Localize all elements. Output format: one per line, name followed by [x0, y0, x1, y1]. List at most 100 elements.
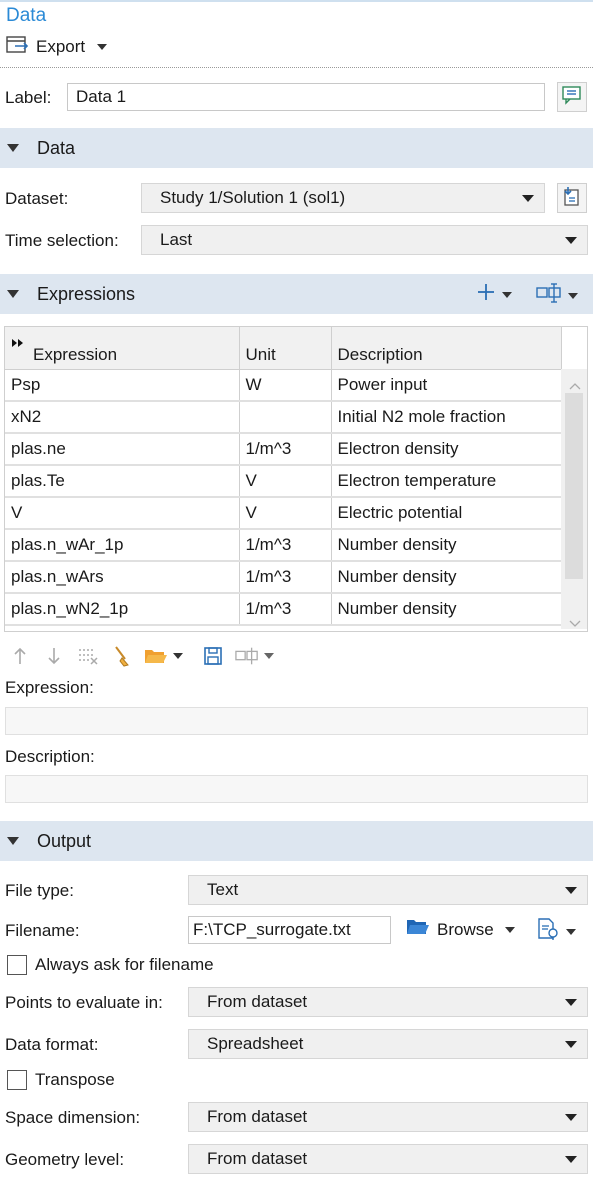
cell-expression[interactable]: xN2 — [5, 401, 240, 434]
go-to-source-button[interactable] — [557, 183, 587, 213]
save-icon[interactable] — [201, 644, 225, 668]
geometry-level-select[interactable]: From dataset — [188, 1144, 588, 1174]
cell-description[interactable]: Electron temperature — [331, 465, 562, 498]
scroll-up-icon[interactable] — [569, 375, 581, 395]
points-select[interactable]: From dataset — [188, 987, 588, 1017]
cell-description[interactable]: Number density — [331, 561, 562, 594]
cell-expression[interactable]: V — [5, 497, 240, 530]
clear-brush-icon[interactable] — [110, 644, 134, 668]
table-row[interactable]: plas.n_wN2_1p 1/m^3 Number density — [5, 593, 562, 626]
cell-unit[interactable]: 1/m^3 — [239, 561, 332, 594]
expression-input[interactable] — [5, 707, 588, 735]
table-toolbar — [8, 644, 274, 668]
top-border — [0, 0, 593, 2]
column-header-description[interactable]: Description — [331, 327, 562, 370]
divider — [0, 67, 593, 68]
chevron-down-icon — [568, 292, 578, 299]
time-selection-select[interactable]: Last — [141, 225, 588, 255]
label-input[interactable]: Data 1 — [67, 83, 545, 111]
table-row[interactable]: plas.ne 1/m^3 Electron density — [5, 433, 562, 466]
file-type-select[interactable]: Text — [188, 875, 588, 905]
add-expression-button[interactable] — [476, 282, 512, 307]
cell-description[interactable]: Number density — [331, 593, 562, 626]
chevron-down-icon — [173, 653, 183, 659]
cell-expression[interactable]: plas.n_wArs — [5, 561, 240, 594]
column-header-expression[interactable]: Expression — [5, 327, 240, 370]
cell-expression[interactable]: plas.ne — [5, 433, 240, 466]
chevron-down-icon — [565, 1156, 577, 1163]
chevron-down-icon — [565, 1114, 577, 1121]
load-from-file-button[interactable] — [144, 644, 183, 668]
description-input[interactable] — [5, 775, 588, 803]
cell-unit[interactable]: 1/m^3 — [239, 433, 332, 466]
transpose-checkbox[interactable] — [7, 1070, 27, 1090]
dataset-label: Dataset: — [5, 189, 69, 208]
cell-expression[interactable]: Psp — [5, 369, 240, 402]
output-section-title: Output — [37, 830, 92, 851]
expand-columns-icon[interactable] — [11, 333, 25, 353]
cell-description[interactable]: Initial N2 mole fraction — [331, 401, 562, 434]
cell-expression[interactable]: plas.n_wN2_1p — [5, 593, 240, 626]
export-label: Export — [36, 37, 86, 56]
replace-expression-icon — [536, 282, 562, 309]
chevron-down-icon — [522, 195, 534, 202]
description-label: Description: — [5, 747, 95, 766]
filename-input[interactable]: F:\TCP_surrogate.txt — [188, 916, 391, 944]
table-row[interactable]: plas.n_wAr_1p 1/m^3 Number density — [5, 529, 562, 562]
data-section-header[interactable]: Data — [0, 128, 593, 168]
export-icon — [6, 35, 30, 59]
table-scrollbar[interactable] — [561, 369, 587, 629]
show-info-button[interactable] — [557, 82, 587, 112]
chevron-down-icon — [565, 237, 577, 244]
data-section-title: Data — [37, 137, 76, 158]
filename-label: Filename: — [5, 921, 80, 940]
table-row[interactable]: xN2 Initial N2 mole fraction — [5, 401, 562, 434]
table-row[interactable]: V V Electric potential — [5, 497, 562, 530]
chevron-down-icon — [565, 887, 577, 894]
cell-unit[interactable]: V — [239, 465, 332, 498]
chevron-down-icon — [97, 44, 108, 50]
dataset-value: Study 1/Solution 1 (sol1) — [160, 188, 346, 207]
replace-expression-icon — [235, 644, 259, 668]
table-row[interactable]: plas.Te V Electron temperature — [5, 465, 562, 498]
cell-unit[interactable]: 1/m^3 — [239, 529, 332, 562]
always-ask-checkbox[interactable] — [7, 955, 27, 975]
replace-expression-disabled-button[interactable] — [235, 644, 274, 668]
table-row[interactable]: plas.n_wArs 1/m^3 Number density — [5, 561, 562, 594]
replace-expression-button[interactable] — [536, 282, 578, 309]
cell-description[interactable]: Number density — [331, 529, 562, 562]
space-dimension-select[interactable]: From dataset — [188, 1102, 588, 1132]
browse-button[interactable]: Browse — [406, 917, 515, 942]
geometry-level-label: Geometry level: — [5, 1150, 125, 1169]
cell-expression[interactable]: plas.Te — [5, 465, 240, 498]
file-location-button[interactable] — [536, 917, 576, 946]
data-format-select[interactable]: Spreadsheet — [188, 1029, 588, 1059]
cell-description[interactable]: Electric potential — [331, 497, 562, 530]
delete-list-icon[interactable] — [76, 644, 100, 668]
transpose-checkbox-row[interactable]: Transpose — [7, 1070, 115, 1090]
scroll-thumb[interactable] — [565, 393, 583, 579]
cell-description[interactable]: Electron density — [331, 433, 562, 466]
output-section-header[interactable]: Output — [0, 821, 593, 861]
cell-unit[interactable]: 1/m^3 — [239, 593, 332, 626]
folder-icon — [144, 644, 168, 668]
cell-description[interactable]: Power input — [331, 369, 562, 402]
collapse-icon — [7, 837, 19, 845]
chevron-down-icon — [565, 999, 577, 1006]
collapse-icon — [7, 144, 19, 152]
move-down-icon[interactable] — [42, 644, 66, 668]
cell-unit[interactable] — [239, 401, 332, 434]
file-type-value: Text — [207, 880, 239, 899]
chevron-down-icon — [504, 926, 515, 933]
space-dimension-value: From dataset — [207, 1107, 308, 1126]
move-up-icon[interactable] — [8, 644, 32, 668]
column-header-unit[interactable]: Unit — [239, 327, 332, 370]
scroll-down-icon[interactable] — [569, 613, 581, 631]
export-button[interactable]: Export — [6, 35, 108, 59]
always-ask-checkbox-row[interactable]: Always ask for filename — [7, 955, 214, 975]
table-row[interactable]: Psp W Power input — [5, 369, 562, 402]
cell-unit[interactable]: W — [239, 369, 332, 402]
cell-unit[interactable]: V — [239, 497, 332, 530]
dataset-select[interactable]: Study 1/Solution 1 (sol1) — [141, 183, 545, 213]
cell-expression[interactable]: plas.n_wAr_1p — [5, 529, 240, 562]
